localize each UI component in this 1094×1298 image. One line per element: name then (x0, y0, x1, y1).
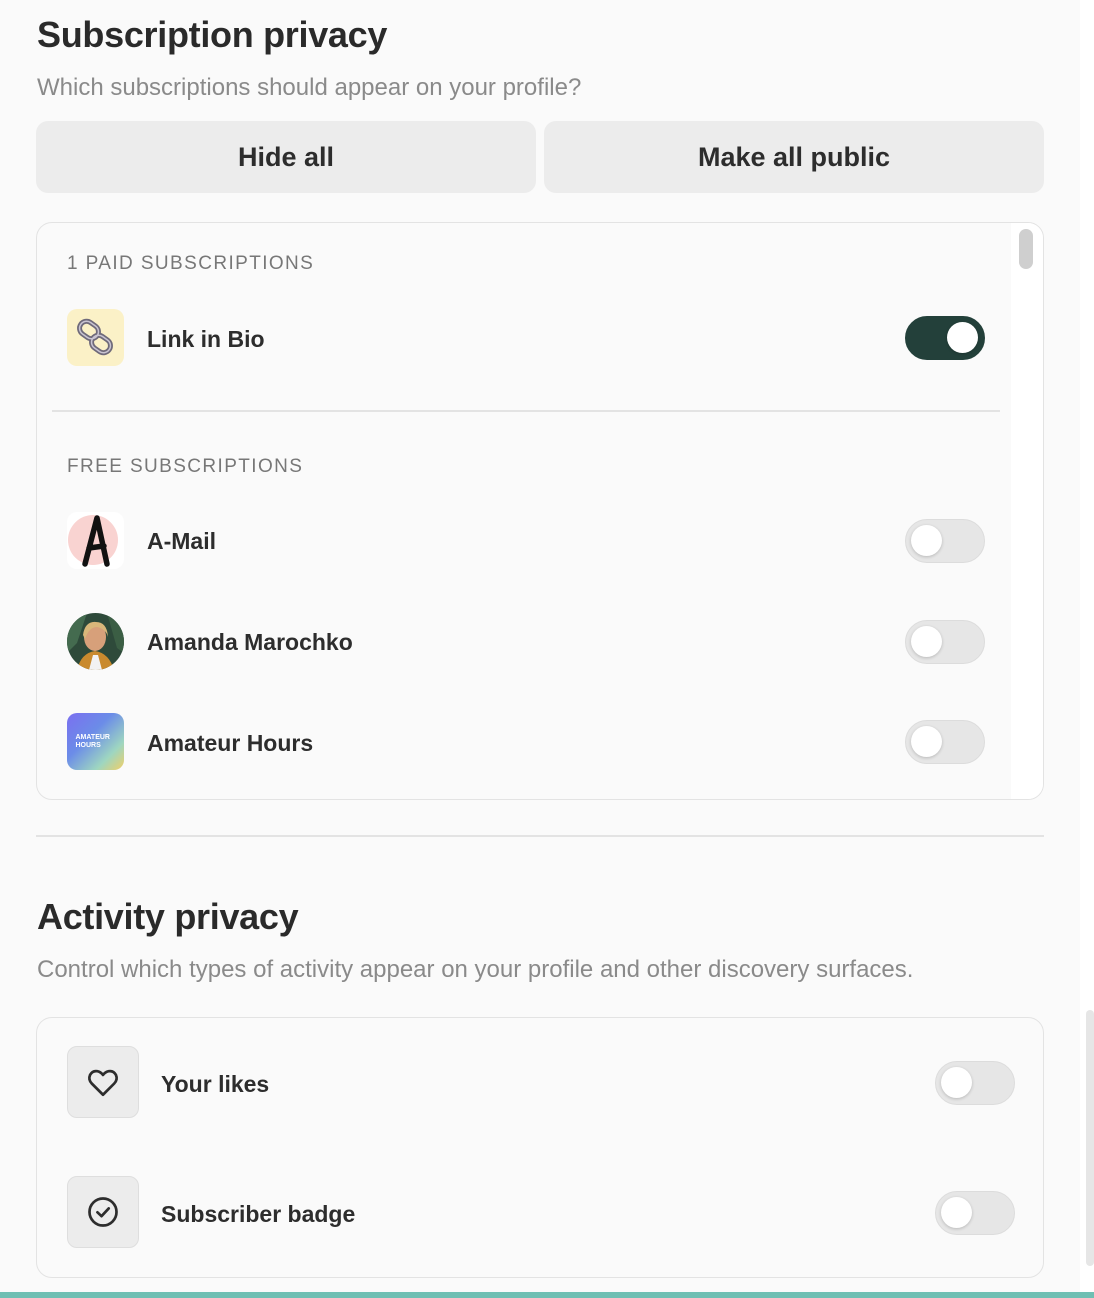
subscription-name: Link in Bio (147, 326, 265, 352)
divider (52, 410, 1000, 412)
hide-all-button[interactable]: Hide all (36, 121, 536, 193)
subscription-privacy-subtitle: Which subscriptions should appear on you… (37, 74, 582, 101)
bottom-accent-bar (0, 1292, 1094, 1298)
activity-privacy-title: Activity privacy (37, 896, 299, 937)
person-avatar (67, 613, 124, 670)
paid-subscriptions-label: 1 PAID SUBSCRIPTIONS (67, 253, 315, 274)
list-scrollbar-thumb[interactable] (1019, 229, 1033, 269)
subscriber-badge-toggle[interactable] (935, 1191, 1015, 1235)
activity-list: Your likes Subscriber badge (36, 1017, 1044, 1278)
link-in-bio-visibility-toggle[interactable] (905, 316, 985, 360)
chain-link-icon (67, 309, 124, 366)
subscription-name: Amateur Hours (147, 730, 314, 756)
heart-icon (67, 1046, 139, 1118)
your-likes-toggle[interactable] (935, 1061, 1015, 1105)
subscription-name: Amanda Marochko (147, 629, 353, 655)
check-circle-icon (67, 1176, 139, 1248)
privacy-settings-page: Subscription privacy Which subscriptions… (0, 0, 1094, 1298)
amateur-hours-visibility-toggle[interactable] (905, 720, 985, 764)
activity-item-label: Your likes (161, 1071, 270, 1097)
letter-a-logo (67, 512, 124, 569)
amateur-hours-logo-text: AMATEUR HOURS (75, 733, 110, 749)
free-subscriptions-label: FREE SUBSCRIPTIONS (67, 456, 304, 477)
subscriptions-list[interactable]: 1 PAID SUBSCRIPTIONS Link in Bio FREE SU… (36, 222, 1044, 800)
list-scrollbar-track[interactable] (1011, 223, 1043, 799)
subscription-name: A-Mail (147, 528, 216, 554)
make-all-public-button[interactable]: Make all public (544, 121, 1044, 193)
amateur-hours-logo: AMATEUR HOURS (67, 713, 124, 770)
activity-item-label: Subscriber badge (161, 1201, 356, 1227)
subscription-privacy-title: Subscription privacy (37, 14, 388, 55)
a-mail-visibility-toggle[interactable] (905, 519, 985, 563)
amanda-marochko-visibility-toggle[interactable] (905, 620, 985, 664)
section-divider (36, 835, 1044, 837)
page-scrollbar-thumb[interactable] (1086, 1010, 1094, 1266)
activity-privacy-subtitle: Control which types of activity appear o… (37, 956, 914, 983)
